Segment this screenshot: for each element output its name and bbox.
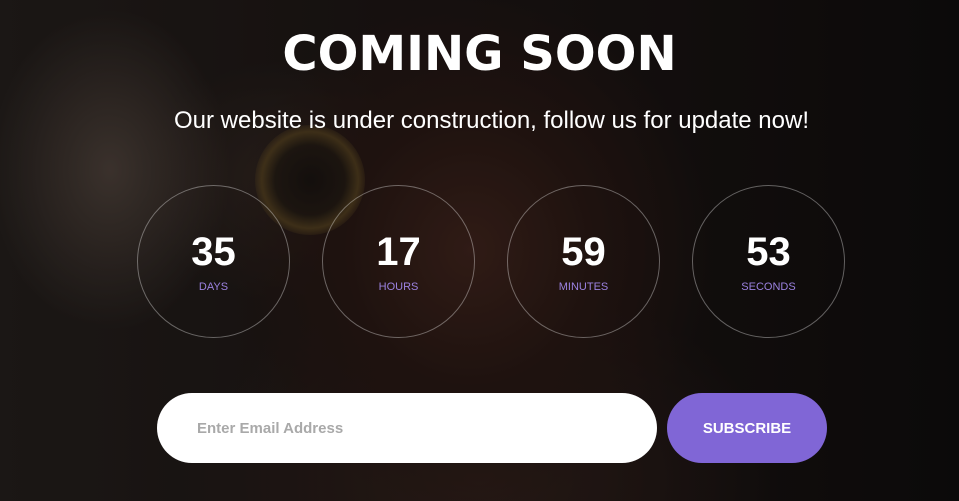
countdown-days-value: 35 bbox=[191, 230, 236, 274]
coming-soon-section: COMING SOON Our website is under constru… bbox=[0, 0, 959, 501]
countdown-seconds: 53 SECONDS bbox=[692, 185, 845, 338]
countdown-hours-label: HOURS bbox=[378, 281, 419, 293]
countdown-seconds-value: 53 bbox=[746, 230, 791, 274]
countdown-hours-value: 17 bbox=[376, 230, 421, 274]
page-title: COMING SOON bbox=[282, 26, 677, 82]
countdown-minutes-label: MINUTES bbox=[558, 281, 609, 293]
countdown-days: 35 DAYS bbox=[137, 185, 290, 338]
countdown-seconds-label: SECONDS bbox=[741, 281, 796, 293]
subscribe-button[interactable]: SUBSCRIBE bbox=[667, 393, 827, 463]
countdown-hours: 17 HOURS bbox=[322, 185, 475, 338]
email-input[interactable] bbox=[157, 393, 657, 463]
countdown-minutes: 59 MINUTES bbox=[507, 185, 660, 338]
page-subtitle: Our website is under construction, follo… bbox=[174, 107, 809, 134]
countdown-minutes-value: 59 bbox=[561, 230, 606, 274]
countdown-days-label: DAYS bbox=[198, 281, 229, 293]
